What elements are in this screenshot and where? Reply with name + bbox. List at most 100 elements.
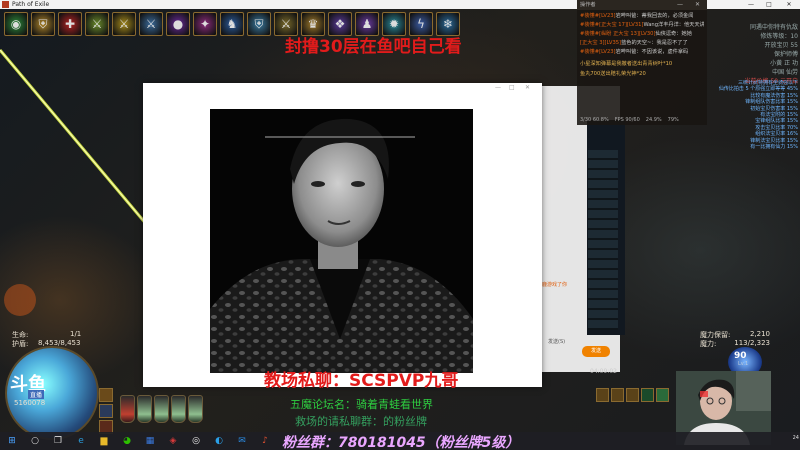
- poe-logo-icon: [2, 1, 9, 8]
- energy-shield-stat: 护盾: 8,453/8,453: [12, 339, 80, 349]
- green-eye-icon[interactable]: ◉: [4, 12, 28, 36]
- rank-line: 修炼等级：10: [760, 33, 798, 40]
- shield-icon[interactable]: ⛨: [31, 12, 55, 36]
- stat-value: 79%: [667, 117, 679, 123]
- stream-timer: 04:09:02: [590, 368, 617, 375]
- mana-orb-sub: Lv.1: [738, 361, 749, 367]
- viewer-minimize-button[interactable]: —: [495, 84, 501, 91]
- mana-value: 113/2,323: [734, 339, 770, 347]
- warrior-icon[interactable]: ⚔: [85, 12, 109, 36]
- stream-panel-list: [588, 150, 618, 330]
- chat-text: 蓝色的天空~：我是忍不了了: [621, 40, 688, 46]
- mana-reserved-value: 2,210: [749, 330, 770, 338]
- douyu-logo-sub: 直播: [28, 390, 45, 399]
- shield-blue-icon[interactable]: ⛨: [247, 12, 271, 36]
- chat-text: 岩哔叫爸：蒂我回去的，必须金闻: [615, 13, 694, 19]
- buff-line: 仙传比拍击 5 个原强立即等等 45%: [718, 86, 798, 93]
- chat-username[interactable]: #装懂#[LV23]: [580, 13, 616, 19]
- chat-username[interactable]: [正大宝 3][LV35]: [580, 40, 621, 46]
- rank-line: 小黄 正 功: [770, 60, 798, 67]
- chat-username[interactable]: #装懂#[纵盼 正大宝 13][LV30]: [580, 31, 655, 37]
- rank-panel: 同遇中你特有仇敌 修炼等级：10 开放宝贝 55 保护师傅 小黄 正 功中国 仙劳 当前价…: [712, 23, 798, 86]
- task-view-icon[interactable]: ❐: [52, 435, 64, 447]
- skill-slot[interactable]: [656, 388, 669, 402]
- chat-message: #装懂#[LV23]岩哔叫爸：蒂我回去的，必须金闻: [580, 12, 704, 21]
- maximize-button[interactable]: □: [762, 0, 776, 9]
- skill-slot[interactable]: [596, 388, 609, 402]
- warrior-blue-icon[interactable]: ⚔: [139, 12, 163, 36]
- flask-slot[interactable]: [171, 395, 186, 423]
- energy-shield-label: 护盾:: [12, 340, 29, 348]
- chat-username[interactable]: #装懂#[LV23]: [580, 49, 616, 55]
- stat-value: 24.9%: [645, 117, 662, 123]
- gem-slot[interactable]: [99, 388, 113, 402]
- life-label: 生命:: [12, 331, 29, 339]
- warrior-gold-icon[interactable]: ⚔: [112, 12, 136, 36]
- red-cross-icon[interactable]: ✚: [58, 12, 82, 36]
- flask-slot[interactable]: [154, 395, 169, 423]
- stat-value: 3/30 60.8%: [580, 117, 609, 123]
- chat-messages: #装懂#[LV23]岩哔叫爸：蒂我回去的，必须金闻 #装懂#[正大宝 17][LV…: [577, 10, 707, 59]
- close-button[interactable]: ✕: [782, 0, 796, 9]
- music-icon[interactable]: ♪: [259, 435, 271, 447]
- danmaku-chat-panel: 操作者 — ✕ #装懂#[LV23]岩哔叫爸：蒂我回去的，必须金闻 #装懂#[正大…: [577, 0, 707, 125]
- green-overlay-text: 救场的请私聊群：的粉丝牌: [295, 415, 427, 428]
- flask-slot[interactable]: [120, 395, 135, 423]
- life-value: 1/1: [70, 330, 82, 338]
- fan-group-text: 粉丝群：780181045（粉丝牌5级）: [282, 435, 520, 450]
- send-shortcut-label: 发送(S): [548, 339, 566, 345]
- buff-list: 三统计武特拥有坐骑强以下 仙传比拍击 5 个原强立即等等 45% 比较有魔法伤害 1…: [706, 80, 798, 165]
- search-icon[interactable]: ○: [29, 435, 41, 447]
- buff-line: 有一比拥有仙力 15%: [750, 144, 798, 151]
- red-overlay-text: 教场私聊：SCSPVP九哥: [264, 371, 459, 391]
- green-overlay-text: 五魔论坛名：骑着青蛙看世界: [290, 398, 433, 411]
- room-number: 5160078: [14, 399, 46, 407]
- arcane-icon[interactable]: ✦: [193, 12, 217, 36]
- gift-line: 鱼丸700送出赔礼荣光神*20: [580, 71, 646, 77]
- skill-slot[interactable]: [611, 388, 624, 402]
- chat-close-button[interactable]: ✕: [695, 0, 700, 10]
- chat-message: #装懂#[纵盼 正大宝 13][LV30]仙侠逗奇：她她: [580, 30, 704, 39]
- chat-text: 岩哔叫爸：不因该说，虚件拿码: [615, 49, 689, 55]
- viewer-maximize-button[interactable]: □: [509, 84, 515, 91]
- chat-title: 操作者: [580, 2, 596, 8]
- chat-text: Wang洋丰丹洋：他天天讲故事啊你: [643, 22, 704, 28]
- game-icon[interactable]: ◈: [167, 435, 179, 447]
- purple-orb-icon[interactable]: ●: [166, 12, 190, 36]
- obs-icon[interactable]: ◎: [190, 435, 202, 447]
- flask-slot[interactable]: [188, 395, 203, 423]
- portrait-photo: [210, 109, 473, 373]
- file-explorer-icon[interactable]: ▆: [98, 435, 110, 447]
- app-grid-icon[interactable]: ▦: [144, 435, 156, 447]
- minimize-button[interactable]: —: [744, 0, 758, 9]
- qq-icon[interactable]: ◐: [213, 435, 225, 447]
- rank-line: 开放宝贝 55: [764, 42, 798, 49]
- chat-app-link[interactable]: 鹿游戏了你: [542, 281, 567, 288]
- mana-orb-value: 90: [734, 351, 747, 361]
- chat-message: [正大宝 3][LV35]蓝色的天空~：我是忍不了了: [580, 39, 704, 48]
- skill-slots-right: [596, 388, 669, 402]
- window-title: Path of Exile: [12, 1, 50, 8]
- gem-slot[interactable]: [99, 404, 113, 418]
- chat-username[interactable]: #装懂#[正大宝 17][LV31]: [580, 22, 643, 28]
- skill-slot[interactable]: [641, 388, 654, 402]
- chat-stats: 3/30 60.8% FPS 90/60 24.9% 79%: [580, 117, 704, 123]
- windows-start-icon[interactable]: ⊞: [6, 435, 18, 447]
- rank-line: 中国 仙劳: [772, 69, 798, 76]
- flask-slot[interactable]: [137, 395, 152, 423]
- viewer-close-button[interactable]: ✕: [525, 84, 530, 91]
- mana-label: 魔力:: [700, 340, 717, 348]
- figure-icon[interactable]: ♞: [220, 12, 244, 36]
- mail-icon[interactable]: ✉: [236, 435, 248, 447]
- rank-line: 同遇中你特有仇敌: [749, 24, 798, 31]
- chat-minimize-button[interactable]: —: [677, 0, 683, 10]
- rank-line: 保护师傅: [773, 51, 798, 58]
- send-button[interactable]: 发送: [582, 346, 610, 357]
- gift-line: 小星深知弹幕是我撤者送出青青树叶*10: [580, 61, 673, 67]
- wechat-icon[interactable]: ◕: [121, 435, 133, 447]
- chat-text: 仙侠逗奇：她她: [655, 31, 692, 37]
- skill-slot[interactable]: [626, 388, 639, 402]
- edge-browser-icon[interactable]: e: [75, 435, 87, 447]
- chat-message: #装懂#[LV23]岩哔叫爸：不因该说，虚件拿码: [580, 48, 704, 57]
- chat-message: #装懂#[正大宝 17][LV31]Wang洋丰丹洋：他天天讲故事啊你: [580, 21, 704, 30]
